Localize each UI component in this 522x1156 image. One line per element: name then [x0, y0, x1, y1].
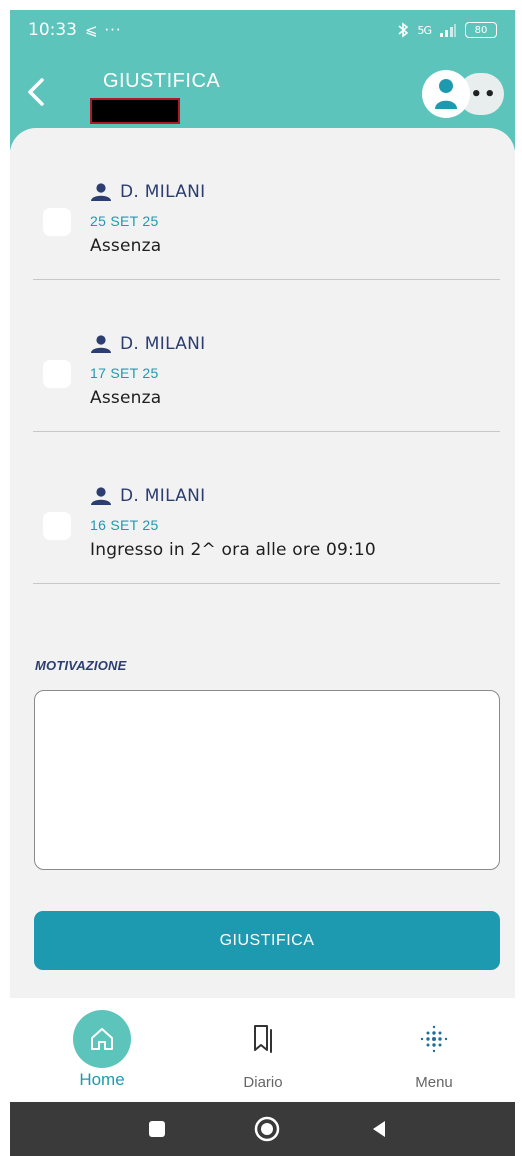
status-right-icons: 5G 80 [397, 22, 497, 38]
bluetooth-icon [398, 22, 409, 38]
teacher-name: D. MILANI [120, 182, 206, 202]
motivation-label: MOTIVAZIONE [35, 658, 127, 673]
dots-grid-icon [420, 1025, 448, 1053]
absence-item: D. MILANI 25 SET 25 Assenza [10, 128, 515, 280]
absence-checkbox[interactable] [43, 360, 71, 388]
absence-date: 17 SET 25 [90, 365, 159, 381]
divider [33, 583, 500, 584]
network-label: 5G [417, 23, 431, 37]
absence-item: D. MILANI 16 SET 25 Ingresso in 2^ ora a… [10, 432, 515, 584]
absence-description: Ingresso in 2^ ora alle ore 09:10 [90, 540, 376, 560]
user-avatar-icon [435, 79, 457, 109]
absence-description: Assenza [90, 236, 162, 256]
absence-checkbox[interactable] [43, 208, 71, 236]
status-bar: 10:33 ⩽ ··· 5G 80 [10, 10, 515, 50]
absence-item: D. MILANI 17 SET 25 Assenza [10, 280, 515, 432]
person-icon [91, 487, 111, 505]
bookmark-icon-wrap[interactable] [234, 1010, 292, 1068]
absence-date: 25 SET 25 [90, 213, 159, 229]
home-system-button[interactable] [254, 1116, 280, 1142]
back-system-button[interactable] [366, 1116, 392, 1142]
teacher-name: D. MILANI [120, 334, 206, 354]
battery-icon: 80 [465, 22, 497, 38]
page-title: GIUSTIFICA [103, 70, 221, 92]
dots-grid-icon-wrap[interactable] [405, 1010, 463, 1068]
nav-label-menu[interactable]: Menu [374, 1074, 494, 1091]
nav-label-home[interactable]: Home [42, 1070, 162, 1090]
status-time: 10:33 [28, 20, 77, 40]
signal-icon [440, 24, 456, 37]
justify-submit-button[interactable]: GIUSTIFICA [34, 911, 500, 970]
teacher-row: D. MILANI [90, 182, 206, 202]
avatar[interactable] [422, 70, 470, 118]
teacher-name: D. MILANI [120, 486, 206, 506]
nav-item-home[interactable]: Home [42, 998, 162, 1102]
square-icon [149, 1121, 165, 1137]
absence-checkbox[interactable] [43, 512, 71, 540]
back-button[interactable] [22, 72, 52, 112]
bottom-nav: Home Diario Menu [10, 998, 515, 1102]
profile-switcher[interactable]: •• [422, 70, 508, 118]
motivation-textarea[interactable] [34, 690, 500, 870]
person-icon [91, 183, 111, 201]
teacher-row: D. MILANI [90, 486, 206, 506]
nav-item-diario[interactable]: Diario [203, 998, 323, 1102]
home-icon-wrap[interactable] [73, 1010, 131, 1068]
nav-item-menu[interactable]: Menu [374, 998, 494, 1102]
person-icon [91, 335, 111, 353]
system-nav-bar [10, 1102, 515, 1156]
chevron-left-icon [28, 78, 44, 106]
home-icon [91, 1028, 113, 1050]
triangle-back-icon [373, 1121, 385, 1137]
circle-icon [254, 1116, 280, 1142]
nav-label-diario[interactable]: Diario [203, 1074, 323, 1091]
absence-description: Assenza [90, 388, 162, 408]
redacted-student-name [90, 98, 180, 124]
notification-icons: ⩽ ··· [85, 21, 122, 39]
bookmark-icon [254, 1025, 272, 1053]
absence-date: 16 SET 25 [90, 517, 159, 533]
teacher-row: D. MILANI [90, 334, 206, 354]
recents-button[interactable] [144, 1116, 170, 1142]
justification-panel: D. MILANI 25 SET 25 Assenza D. MILANI 17… [10, 128, 515, 998]
